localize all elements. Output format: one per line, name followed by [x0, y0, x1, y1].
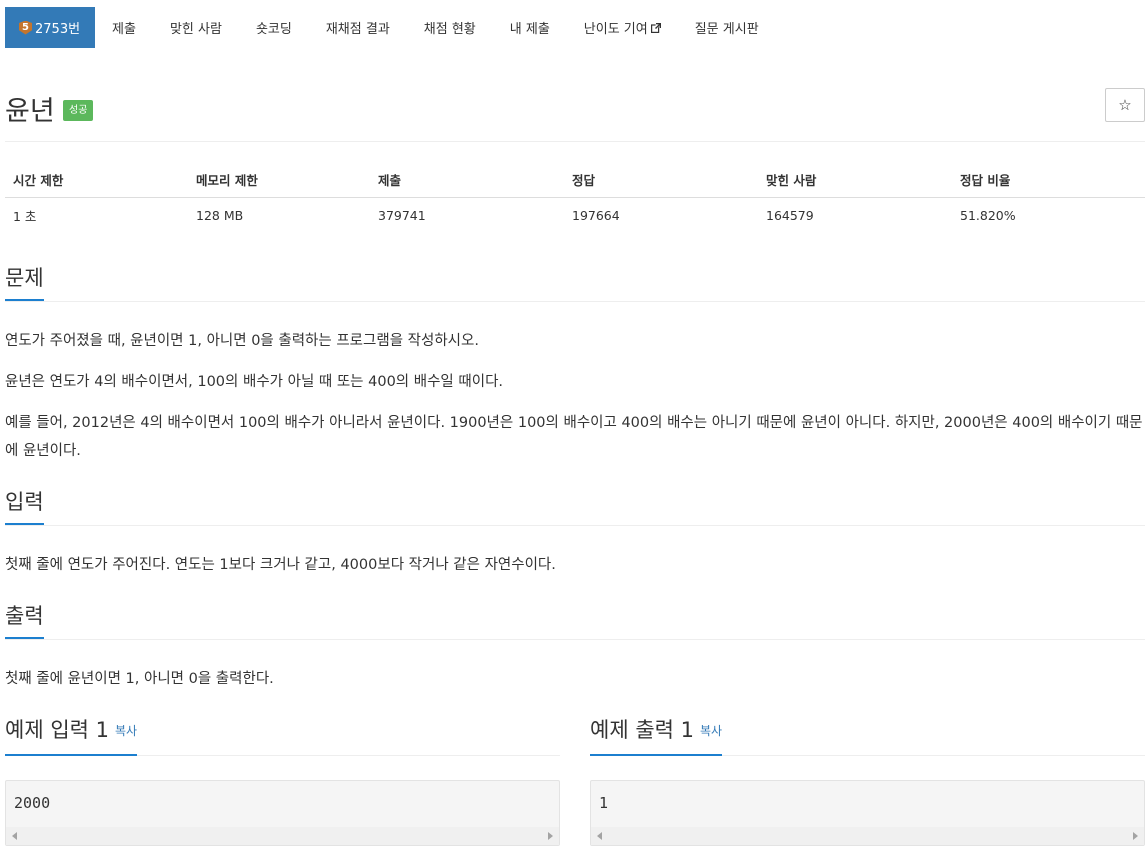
- star-icon: ☆: [1118, 96, 1132, 114]
- sample-input-title: 예제 입력 1: [5, 718, 109, 742]
- tab-solved-users[interactable]: 맞힌 사람: [153, 7, 239, 48]
- header-accepted: 정답: [564, 162, 758, 198]
- tab-rejudge-results[interactable]: 재채점 결과: [309, 7, 407, 48]
- memory-limit-value: 128 MB: [196, 207, 244, 223]
- accepted-value: 197664: [572, 207, 620, 223]
- problem-nav-tabs: 5 2753번 제출 맞힌 사람 숏코딩 재채점 결과 채점 현황 내 제출 난…: [5, 7, 776, 48]
- output-description: 첫째 줄에 윤년이면 1, 아니면 0을 출력한다.: [5, 671, 274, 687]
- output-heading: 출력: [5, 603, 44, 639]
- table-row: 1 초 128 MB 379741 197664 164579 51.820%: [5, 197, 1145, 233]
- horizontal-scrollbar[interactable]: [591, 827, 1144, 845]
- scroll-left-icon[interactable]: [12, 832, 17, 840]
- sample-output-title: 예제 출력 1: [590, 718, 694, 742]
- problem-description-2: 윤년은 연도가 4의 배수이면서, 100의 배수가 아닐 때 또는 400의 …: [5, 374, 504, 390]
- tab-judge-status[interactable]: 채점 현황: [407, 7, 493, 48]
- tab-problem-label: 2753번: [35, 22, 81, 37]
- header-time-limit: 시간 제한: [5, 162, 188, 198]
- tier-badge-icon: 5: [19, 20, 32, 35]
- page-title: 윤년: [5, 96, 55, 127]
- tab-difficulty-contribution[interactable]: 난이도 기여: [567, 7, 678, 48]
- problem-heading: 문제: [5, 265, 44, 301]
- sample-output-header: 예제 출력 1 복사: [590, 717, 1145, 756]
- tab-my-submissions[interactable]: 내 제출: [493, 7, 567, 48]
- favorite-star-button[interactable]: ☆: [1105, 88, 1145, 122]
- sample-input-header: 예제 입력 1 복사: [5, 717, 560, 756]
- scroll-left-icon[interactable]: [597, 832, 602, 840]
- accept-ratio-value: 51.820%: [960, 207, 1016, 223]
- problem-info-table: 시간 제한 메모리 제한 제출 정답 맞힌 사람 정답 비율 1 초 128 M…: [5, 162, 1145, 233]
- copy-sample-input-link[interactable]: 복사: [115, 724, 137, 738]
- header-submissions: 제출: [370, 162, 564, 198]
- tab-problem[interactable]: 5 2753번: [5, 7, 96, 48]
- input-heading: 입력: [5, 489, 44, 525]
- problem-section-header: 문제: [5, 265, 1145, 302]
- tab-short-coding[interactable]: 숏코딩: [239, 7, 309, 48]
- tab-qna-board[interactable]: 질문 게시판: [678, 7, 776, 48]
- scroll-right-icon[interactable]: [1133, 832, 1138, 840]
- sample-output-box[interactable]: 1: [590, 780, 1145, 846]
- sample-input-value: 2000: [14, 794, 51, 812]
- time-limit-value: 1 초: [13, 208, 37, 224]
- problem-description-3: 예를 들어, 2012년은 4의 배수이면서 100의 배수가 아니라서 윤년이…: [5, 415, 1143, 459]
- tab-difficulty-label: 난이도 기여: [583, 22, 648, 37]
- scroll-right-icon[interactable]: [548, 832, 553, 840]
- submissions-value: 379741: [378, 207, 426, 223]
- header-solved-users: 맞힌 사람: [758, 162, 952, 198]
- external-link-icon: [650, 22, 661, 33]
- problem-description-1: 연도가 주어졌을 때, 윤년이면 1, 아니면 0을 출력하는 프로그램을 작성…: [5, 333, 479, 349]
- sample-input-heading: 예제 입력 1 복사: [5, 717, 138, 756]
- input-description: 첫째 줄에 연도가 주어진다. 연도는 1보다 크거나 같고, 4000보다 작…: [5, 557, 556, 573]
- header-memory-limit: 메모리 제한: [188, 162, 370, 198]
- status-badge: 성공: [63, 100, 94, 121]
- sample-output-value: 1: [599, 794, 609, 812]
- header-accept-ratio: 정답 비율: [952, 162, 1145, 198]
- sample-output-heading: 예제 출력 1 복사: [590, 717, 723, 756]
- input-section-header: 입력: [5, 489, 1145, 526]
- sample-input-box[interactable]: 2000: [5, 780, 560, 846]
- output-section-header: 출력: [5, 603, 1145, 640]
- table-header-row: 시간 제한 메모리 제한 제출 정답 맞힌 사람 정답 비율: [5, 162, 1145, 198]
- solved-users-value: 164579: [766, 207, 814, 223]
- horizontal-scrollbar[interactable]: [6, 827, 559, 845]
- problem-header: 윤년 성공 ☆: [5, 88, 1145, 142]
- tab-submit[interactable]: 제출: [95, 7, 153, 48]
- copy-sample-output-link[interactable]: 복사: [700, 724, 722, 738]
